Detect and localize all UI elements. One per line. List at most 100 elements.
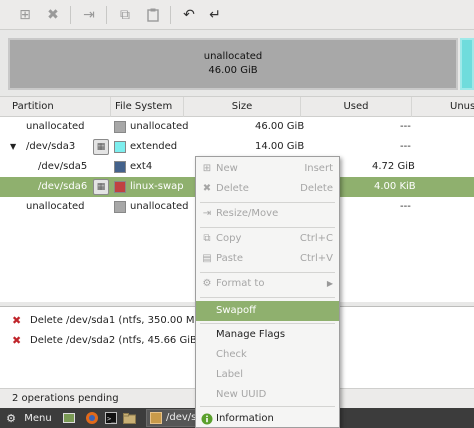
map-extended-segment[interactable] xyxy=(460,38,474,90)
menu-item-paste[interactable]: ▤ Paste Ctrl+V xyxy=(196,249,339,269)
menu-item-new-uuid[interactable]: New UUID xyxy=(196,385,339,405)
menu-item-shortcut: Delete xyxy=(300,183,333,194)
menu-separator xyxy=(200,202,335,203)
delete-icon: ✖ xyxy=(202,183,212,194)
table-row[interactable]: unallocated unallocated 46.00 GiB --- xyxy=(0,117,474,137)
menu-item-label[interactable]: Label xyxy=(196,365,339,385)
partition-size: 14.00 GiB xyxy=(255,141,305,152)
partition-name: unallocated xyxy=(26,121,85,132)
operation-text: Delete /dev/sda2 (ntfs, 45.66 GiB) fro xyxy=(30,335,218,346)
partition-name: /dev/sda3 xyxy=(26,141,76,152)
filesystem-name: ext4 xyxy=(130,161,153,172)
menu-separator xyxy=(200,297,335,298)
submenu-arrow-icon: ▶ xyxy=(326,279,333,288)
context-menu: ⊞ New Insert ✖ Delete Delete ⇥ Resize/Mo… xyxy=(195,156,340,428)
partition-used: --- xyxy=(400,141,411,152)
browser-icon[interactable] xyxy=(84,410,100,426)
terminal-icon[interactable]: >_ xyxy=(104,410,118,426)
partition-size: 46.00 GiB xyxy=(255,121,305,132)
filesystem-name: linux-swap xyxy=(130,181,184,192)
table-header: Partition File System Size Used Unus xyxy=(0,97,474,117)
expander-icon[interactable]: ▼ xyxy=(10,137,16,157)
column-header-partition[interactable]: Partition xyxy=(0,97,111,117)
menu-gear-icon[interactable]: ⚙ xyxy=(4,410,18,426)
new-icon[interactable]: ⊞ xyxy=(14,4,36,26)
copy-icon[interactable]: ⧉ xyxy=(114,4,136,26)
menu-item-label: Check xyxy=(216,349,247,360)
delete-op-icon: ✖ xyxy=(12,314,22,327)
resize-icon[interactable]: ⇥ xyxy=(78,4,100,26)
partition-name: /dev/sda5 xyxy=(38,161,88,172)
toolbar: ⊞ ✖ ⇥ ⧉ ↶ ↵ xyxy=(0,0,474,30)
gparted-icon xyxy=(150,412,162,424)
partition-name: /dev/sda6 xyxy=(38,181,88,192)
partition-map: unallocated 46.00 GiB xyxy=(0,30,474,96)
delete-icon[interactable]: ✖ xyxy=(42,4,64,26)
paste-icon: ▤ xyxy=(202,253,212,264)
fs-color-swatch xyxy=(114,121,126,133)
menu-item-label-text: Label xyxy=(216,369,243,380)
column-header-size[interactable]: Size xyxy=(184,97,301,117)
menu-separator xyxy=(200,406,335,407)
filesystem-name: extended xyxy=(130,141,178,152)
menu-item-label: Swapoff xyxy=(216,305,257,316)
menu-item-new[interactable]: ⊞ New Insert xyxy=(196,159,339,179)
column-header-unused[interactable]: Unus xyxy=(412,97,474,117)
delete-op-icon: ✖ xyxy=(12,334,22,347)
map-unallocated-segment[interactable]: unallocated 46.00 GiB xyxy=(8,38,458,90)
toolbar-separator xyxy=(106,6,107,24)
menu-item-label: Copy xyxy=(216,233,242,244)
menu-item-manage-flags[interactable]: Manage Flags xyxy=(196,325,339,345)
apply-icon[interactable]: ↵ xyxy=(204,4,226,26)
menu-item-label: Delete xyxy=(216,183,249,194)
menu-item-label: Format to xyxy=(216,278,265,289)
menu-item-information[interactable]: Information xyxy=(196,409,339,428)
menu-item-label: Information xyxy=(216,413,274,424)
menu-item-shortcut: Insert xyxy=(304,163,333,174)
menu-separator xyxy=(200,272,335,273)
copy-icon: ⧉ xyxy=(203,233,211,244)
fs-color-swatch xyxy=(114,201,126,213)
menu-button[interactable]: Menu xyxy=(22,410,54,426)
menu-item-shortcut: Ctrl+V xyxy=(299,253,333,264)
menu-item-resize-move[interactable]: ⇥ Resize/Move xyxy=(196,204,339,224)
format-icon: ⚙ xyxy=(202,278,212,289)
lock-icon: ▦ xyxy=(93,139,109,155)
column-header-filesystem[interactable]: File System xyxy=(111,97,184,117)
menu-item-format-to[interactable]: ⚙ Format to ▶ xyxy=(196,274,339,294)
partition-used: --- xyxy=(400,201,411,212)
filesystem-name: unallocated xyxy=(130,121,189,132)
fs-color-swatch xyxy=(114,161,126,173)
menu-separator xyxy=(200,227,335,228)
partition-used: 4.00 KiB xyxy=(374,181,416,192)
menu-separator xyxy=(200,323,335,324)
table-row[interactable]: ▼ /dev/sda3 ▦ extended 14.00 GiB --- xyxy=(0,137,474,157)
new-icon: ⊞ xyxy=(202,163,212,174)
partition-used: --- xyxy=(400,121,411,132)
toolbar-separator xyxy=(170,6,171,24)
map-segment-label: unallocated xyxy=(203,51,263,62)
partition-used: 4.72 GiB xyxy=(372,161,415,172)
menu-item-copy[interactable]: ⧉ Copy Ctrl+C xyxy=(196,229,339,249)
undo-icon[interactable]: ↶ xyxy=(178,4,200,26)
menu-item-delete[interactable]: ✖ Delete Delete xyxy=(196,179,339,199)
filesystem-name: unallocated xyxy=(130,201,189,212)
file-manager-icon[interactable] xyxy=(122,410,136,426)
info-icon xyxy=(200,409,214,428)
menu-item-label: Manage Flags xyxy=(216,329,286,340)
menu-item-check[interactable]: Check xyxy=(196,345,339,365)
fs-color-swatch xyxy=(114,181,126,193)
svg-text:>_: >_ xyxy=(107,415,116,423)
menu-item-label: New UUID xyxy=(216,389,267,400)
taskbar-window-button[interactable]: /dev/sc xyxy=(146,409,200,427)
column-header-used[interactable]: Used xyxy=(301,97,412,117)
menu-item-swapoff[interactable]: Swapoff xyxy=(196,301,339,321)
show-desktop-icon[interactable] xyxy=(62,410,76,426)
partition-name: unallocated xyxy=(26,201,85,212)
paste-icon[interactable] xyxy=(142,4,164,26)
menu-item-label: New xyxy=(216,163,238,174)
menu-item-label: Paste xyxy=(216,253,243,264)
map-segment-size: 46.00 GiB xyxy=(208,65,258,76)
menu-item-label: Resize/Move xyxy=(216,208,279,219)
resize-icon: ⇥ xyxy=(202,208,212,219)
